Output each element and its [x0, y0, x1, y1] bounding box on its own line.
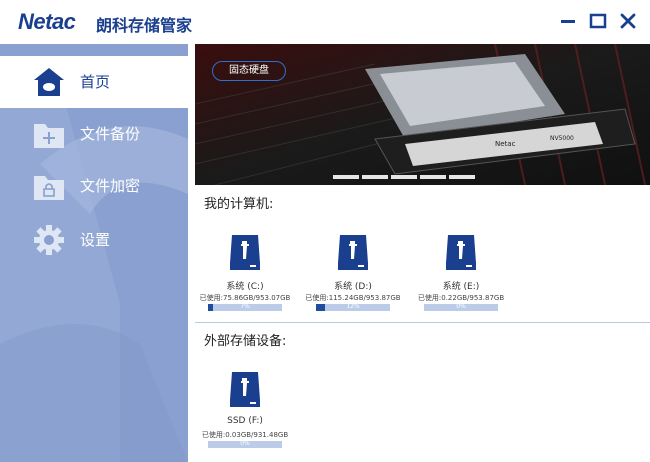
banner-dot[interactable] [391, 175, 417, 179]
drive-name: 系统 (C:) [226, 282, 264, 292]
sidebar-item-home[interactable]: 首页 [0, 56, 188, 108]
product-banner[interactable]: Netac NV5000 固态硬盘 [195, 44, 650, 185]
folder-plus-icon [34, 124, 64, 148]
svg-text:Netac: Netac [495, 140, 516, 148]
sidebar-item-label: 首页 [80, 73, 111, 91]
drive-usage-percent: 12% [346, 303, 360, 310]
drive-usage-percent: 0% [240, 440, 250, 447]
banner-dot[interactable] [420, 175, 446, 179]
drive-name: 系统 (E:) [442, 282, 480, 292]
banner-dot[interactable] [362, 175, 388, 179]
sidebar-item-label: 文件备份 [80, 125, 141, 143]
drive-usage-bar: 12% [316, 303, 390, 311]
sidebar-item-file-backup[interactable]: 文件备份 [0, 108, 188, 160]
drive-e[interactable]: 系统 (E:) 已使用:0.22GB/953.87GB 0% [416, 233, 506, 323]
title-bar: Netac 朗科存储管家 [0, 0, 650, 44]
main-content: Netac NV5000 固态硬盘 我的计算机: 系统 (C:) 已使用:75.… [195, 44, 650, 462]
banner-dot[interactable] [449, 175, 475, 179]
drive-f[interactable]: SSD (F:) 已使用:0.03GB/931.48GB 0% [200, 370, 290, 460]
maximize-icon [589, 13, 607, 29]
banner-dot[interactable] [333, 175, 359, 179]
folder-lock-icon [34, 176, 64, 200]
drive-usage-bar: 7% [208, 303, 282, 311]
drive-usage: 已使用:115.24GB/953.87GB [305, 294, 401, 302]
drive-name: 系统 (D:) [334, 282, 372, 292]
drive-usage-percent: 7% [240, 303, 250, 310]
section-divider [195, 322, 650, 323]
drive-usage-bar: 0% [208, 440, 282, 448]
app-title: 朗科存储管家 [96, 16, 193, 35]
my-computer-title: 我的计算机: [204, 197, 274, 212]
drive-usage-percent: 0% [456, 303, 466, 310]
sidebar-item-file-encrypt[interactable]: 文件加密 [0, 160, 188, 212]
drive-usage: 已使用:0.22GB/953.87GB [417, 294, 505, 302]
sidebar: 首页 文件备份 文件加密 设置 [0, 44, 188, 462]
netac-logo: Netac [18, 9, 76, 34]
home-icon [34, 68, 64, 96]
svg-text:NV5000: NV5000 [550, 135, 574, 142]
drive-icon [338, 235, 368, 270]
drive-usage: 已使用:75.86GB/953.07GB [199, 294, 291, 302]
sidebar-item-settings[interactable]: 设置 [0, 214, 188, 266]
drive-usage-bar: 0% [424, 303, 498, 311]
close-button[interactable] [615, 8, 641, 34]
maximize-button[interactable] [585, 8, 611, 34]
sidebar-item-label: 设置 [80, 231, 111, 249]
banner-badge: 固态硬盘 [212, 61, 286, 81]
drive-usage: 已使用:0.03GB/931.48GB [201, 431, 289, 439]
drive-c[interactable]: 系统 (C:) 已使用:75.86GB/953.07GB 7% [200, 233, 290, 323]
drive-icon [446, 235, 476, 270]
close-icon [620, 13, 636, 29]
gear-icon [34, 225, 64, 255]
external-storage-title: 外部存储设备: [204, 334, 287, 349]
drive-icon [230, 235, 260, 270]
sidebar-item-label: 文件加密 [80, 177, 141, 195]
drive-icon [230, 372, 260, 407]
drive-d[interactable]: 系统 (D:) 已使用:115.24GB/953.87GB 12% [305, 233, 401, 323]
drive-name: SSD (F:) [227, 416, 263, 426]
minimize-icon [561, 20, 575, 23]
minimize-button[interactable] [555, 8, 581, 34]
